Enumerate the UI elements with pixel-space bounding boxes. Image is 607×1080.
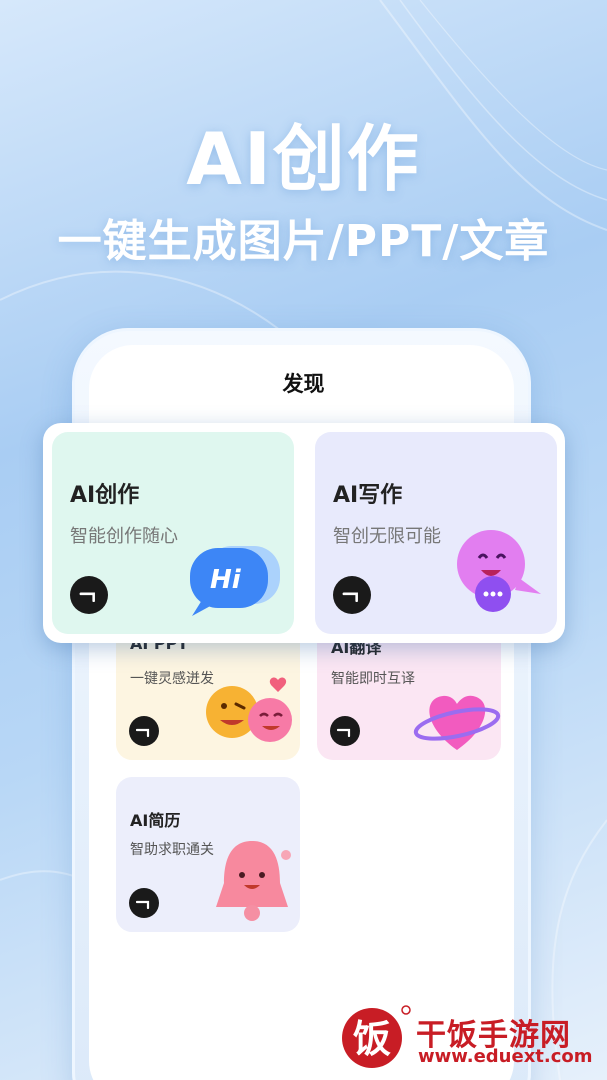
card-subtitle: 智助求职通关 [130, 842, 214, 858]
arrow-button[interactable] [70, 576, 108, 614]
watermark-url: www.eduext.com [418, 1046, 593, 1067]
arrow-right-icon [337, 728, 351, 737]
arrow-button[interactable] [129, 716, 159, 746]
card-title: AI创作 [70, 483, 140, 508]
card-ai-create[interactable]: AI创作 智能创作随心 Hi [52, 432, 294, 634]
arrow-right-icon [79, 592, 95, 602]
hero-subtitle: 一键生成图片/PPT/文章 [57, 216, 550, 267]
emoji-faces-icon [206, 677, 292, 742]
card-ai-writing[interactable]: AI写作 智创无限可能 [315, 432, 557, 634]
arrow-right-icon [136, 728, 150, 737]
pink-bell-mascot-icon [216, 841, 291, 921]
watermark-logo-char: 饭 [353, 1017, 391, 1061]
card-title: AI简历 [130, 811, 181, 830]
watermark-logo-icon: 饭 [342, 1005, 411, 1068]
card-subtitle: 智能创作随心 [70, 526, 178, 547]
watermark: 饭 干饭手游网 www.eduext.com [336, 1002, 596, 1072]
card-subtitle: 智能即时互译 [331, 671, 415, 687]
svg-text:Hi: Hi [210, 565, 242, 595]
page-title: 发现 [282, 372, 325, 396]
arrow-right-icon [136, 900, 150, 909]
card-ai-resume[interactable]: AI简历 智助求职通关 [116, 777, 300, 932]
purple-bubble-mascot-icon [457, 530, 541, 612]
hero-title: AI创作 [186, 117, 421, 201]
card-subtitle: 智创无限可能 [333, 526, 441, 547]
arrow-right-icon [342, 592, 358, 602]
arrow-button[interactable] [333, 576, 371, 614]
hi-chat-bubble-icon: Hi [190, 546, 280, 616]
arrow-button[interactable] [129, 888, 159, 918]
card-title: AI写作 [333, 483, 403, 508]
arrow-button[interactable] [330, 716, 360, 746]
heart-planet-icon [413, 695, 501, 750]
